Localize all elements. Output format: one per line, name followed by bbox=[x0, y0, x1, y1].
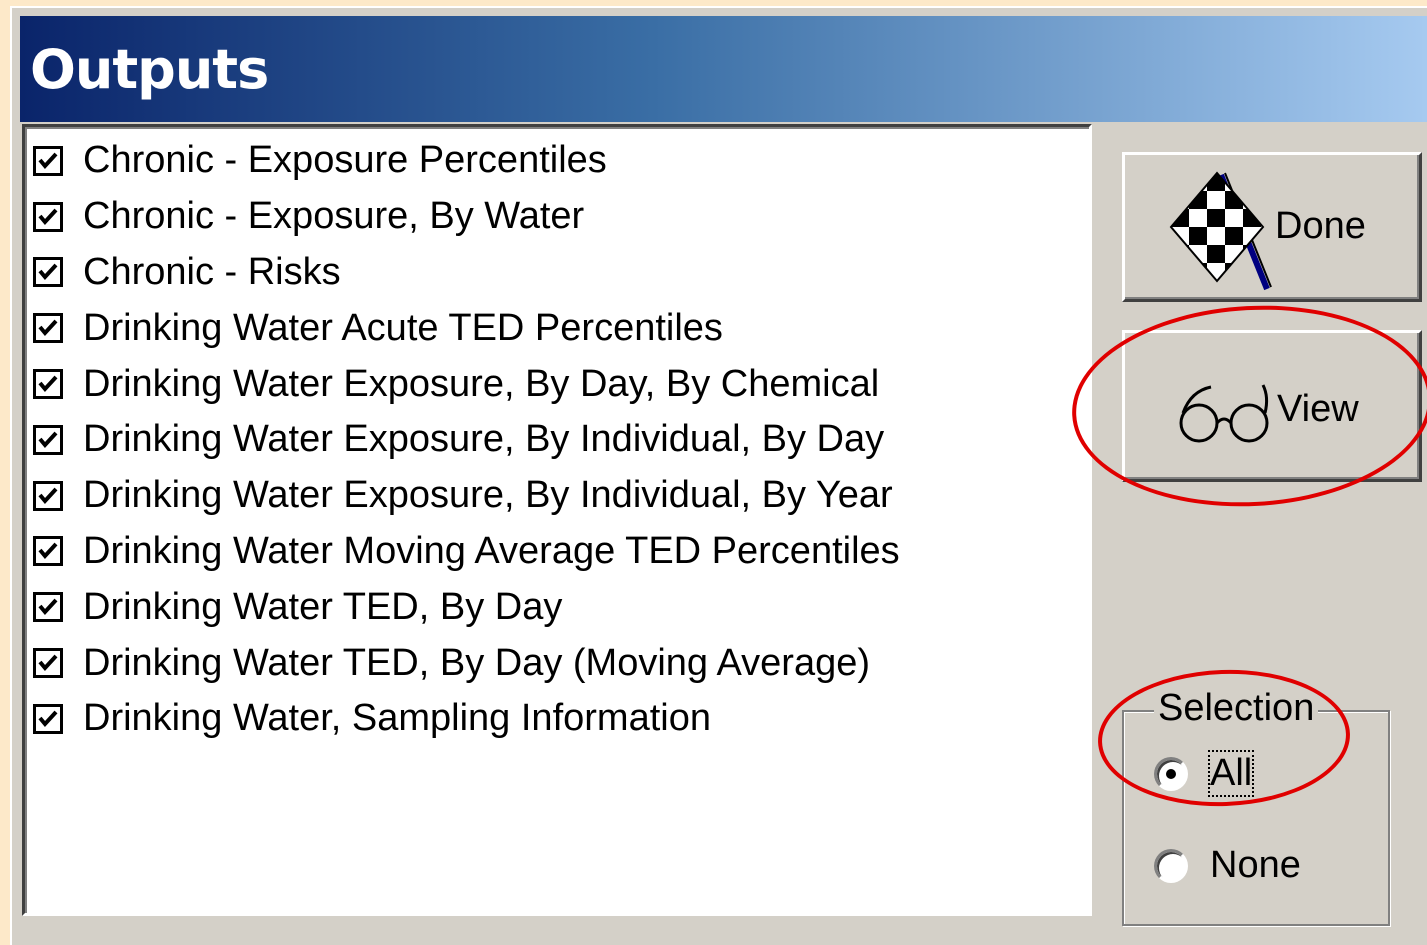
output-item-label: Drinking Water Exposure, By Day, By Chem… bbox=[83, 362, 880, 405]
output-list-item[interactable]: Chronic - Exposure, By Water bbox=[33, 189, 900, 245]
checkbox[interactable] bbox=[33, 536, 63, 567]
checkmark-icon bbox=[38, 319, 58, 337]
output-item-label: Drinking Water, Sampling Information bbox=[83, 697, 711, 740]
output-item-label: Chronic - Exposure Percentiles bbox=[83, 139, 607, 182]
checkbox[interactable] bbox=[33, 424, 63, 455]
checkbox[interactable] bbox=[33, 480, 63, 511]
radio-none-button[interactable] bbox=[1154, 848, 1188, 883]
checkbox[interactable] bbox=[33, 257, 63, 288]
checkbox[interactable] bbox=[33, 369, 63, 400]
output-item-label: Chronic - Risks bbox=[83, 250, 341, 293]
output-item-label: Drinking Water Exposure, By Individual, … bbox=[83, 418, 885, 461]
output-list-item[interactable]: Chronic - Exposure Percentiles bbox=[33, 133, 900, 189]
checkmark-icon bbox=[38, 487, 58, 504]
checkbox[interactable] bbox=[33, 592, 63, 623]
checkmark-icon bbox=[38, 654, 58, 672]
done-button[interactable]: Done bbox=[1122, 152, 1422, 302]
radio-all[interactable]: All bbox=[1154, 750, 1255, 797]
output-list-item[interactable]: Drinking Water TED, By Day bbox=[33, 579, 900, 635]
output-list-item[interactable]: Drinking Water Exposure, By Individual, … bbox=[33, 468, 900, 524]
selection-legend: Selection bbox=[1154, 686, 1319, 730]
radio-all-label[interactable]: All bbox=[1207, 750, 1255, 797]
checkbox[interactable] bbox=[33, 648, 63, 679]
selection-group: Selection All None bbox=[1122, 686, 1390, 926]
output-item-label: Chronic - Exposure, By Water bbox=[83, 195, 585, 238]
output-item-label: Drinking Water Exposure, By Individual, … bbox=[83, 474, 893, 517]
output-list-item[interactable]: Drinking Water Moving Average TED Percen… bbox=[33, 524, 900, 580]
output-list-item[interactable]: Drinking Water Acute TED Percentiles bbox=[33, 300, 900, 356]
checkmark-icon bbox=[38, 598, 58, 616]
checkbox[interactable] bbox=[33, 145, 63, 176]
output-list-item[interactable]: Chronic - Risks bbox=[33, 245, 900, 301]
checkmark-icon bbox=[38, 710, 58, 727]
outputs-dialog: Outputs Chronic - Exposure Percentiles Ch… bbox=[10, 6, 1427, 945]
output-list-item[interactable]: Drinking Water Exposure, By Individual, … bbox=[33, 412, 900, 468]
radio-all-button[interactable] bbox=[1154, 756, 1188, 791]
view-button[interactable]: View bbox=[1122, 330, 1422, 482]
checkered-flag-icon bbox=[1159, 169, 1279, 302]
view-button-label: View bbox=[1277, 388, 1359, 430]
radio-none-label[interactable]: None bbox=[1210, 844, 1301, 887]
output-list-item[interactable]: Drinking Water, Sampling Information bbox=[33, 691, 900, 747]
output-item-label: Drinking Water TED, By Day (Moving Avera… bbox=[83, 641, 871, 684]
radio-selected-dot bbox=[1166, 768, 1176, 779]
output-item-label: Drinking Water Acute TED Percentiles bbox=[83, 306, 723, 349]
checkmark-icon bbox=[38, 375, 58, 393]
checkmark-icon bbox=[38, 431, 58, 448]
done-button-label: Done bbox=[1275, 205, 1366, 247]
output-list-item[interactable]: Drinking Water TED, By Day (Moving Avera… bbox=[33, 635, 900, 691]
outputs-list-items: Chronic - Exposure Percentiles Chronic - … bbox=[33, 133, 900, 747]
output-list-item[interactable]: Drinking Water Exposure, By Day, By Chem… bbox=[33, 356, 900, 412]
checkbox[interactable] bbox=[33, 313, 63, 344]
window-title: Outputs bbox=[30, 38, 269, 101]
outputs-checklist[interactable]: Chronic - Exposure Percentiles Chronic - … bbox=[22, 124, 1092, 916]
title-bar: Outputs bbox=[20, 16, 1427, 122]
checkmark-icon bbox=[38, 264, 58, 281]
checkmark-icon bbox=[38, 152, 58, 169]
checkbox[interactable] bbox=[33, 703, 63, 734]
output-item-label: Drinking Water Moving Average TED Percen… bbox=[83, 529, 900, 572]
output-item-label: Drinking Water TED, By Day bbox=[83, 585, 563, 628]
checkbox[interactable] bbox=[33, 201, 63, 232]
checkmark-icon bbox=[38, 208, 58, 225]
glasses-icon bbox=[1177, 383, 1277, 452]
radio-none[interactable]: None bbox=[1154, 844, 1301, 887]
checkmark-icon bbox=[38, 543, 58, 560]
